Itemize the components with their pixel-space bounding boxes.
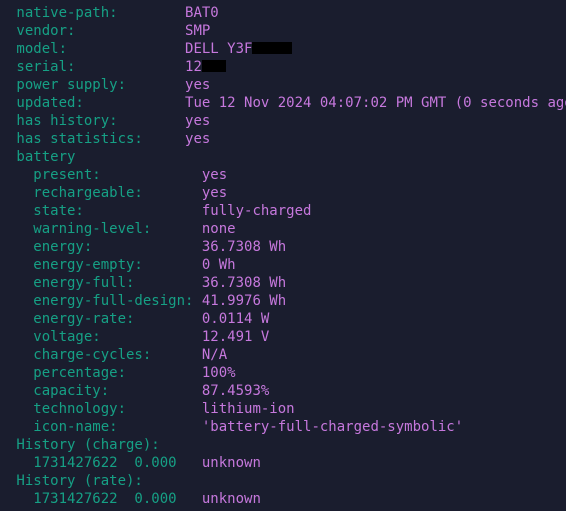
section-label: battery (8, 149, 75, 165)
field-label: percentage: (8, 365, 202, 381)
field-value: yes (202, 185, 227, 201)
output-line: vendor: SMP (8, 22, 558, 40)
output-line: energy: 36.7308 Wh (8, 238, 558, 256)
output-line: voltage: 12.491 V (8, 328, 558, 346)
output-line: state: fully-charged (8, 202, 558, 220)
field-value: yes (185, 77, 210, 93)
field-label: energy-full-design: (8, 293, 202, 309)
field-label: vendor: (8, 23, 185, 39)
field-label: capacity: (8, 383, 202, 399)
output-line: energy-full: 36.7308 Wh (8, 274, 558, 292)
field-value: 100% (202, 365, 236, 381)
output-line: energy-full-design: 41.9976 Wh (8, 292, 558, 310)
field-value: lithium-ion (202, 401, 295, 417)
field-label: serial: (8, 59, 185, 75)
field-value: DELL Y3F (185, 41, 252, 57)
field-label: energy-rate: (8, 311, 202, 327)
output-line: has statistics: yes (8, 130, 558, 148)
field-label: warning-level: (8, 221, 202, 237)
history-label: History (rate): (8, 473, 143, 489)
output-line: percentage: 100% (8, 364, 558, 382)
field-label: updated: (8, 95, 185, 111)
field-value: 'battery-full-charged-symbolic' (202, 419, 463, 435)
field-value: yes (185, 131, 210, 147)
field-label: icon-name: (8, 419, 202, 435)
output-line: capacity: 87.4593% (8, 382, 558, 400)
field-label: state: (8, 203, 202, 219)
output-line: updated: Tue 12 Nov 2024 04:07:02 PM GMT… (8, 94, 558, 112)
field-label: technology: (8, 401, 202, 417)
output-line: native-path: BAT0 (8, 4, 558, 22)
output-line: serial: 12 (8, 58, 558, 76)
field-value: 36.7308 Wh (202, 275, 286, 291)
field-label: native-path: (8, 5, 185, 21)
field-label: voltage: (8, 329, 202, 345)
history-state: unknown (202, 491, 261, 507)
field-label: power supply: (8, 77, 185, 93)
redaction-block (252, 42, 292, 54)
field-label: charge-cycles: (8, 347, 202, 363)
field-value: 41.9976 Wh (202, 293, 286, 309)
output-line: present: yes (8, 166, 558, 184)
field-value: 12.491 V (202, 329, 269, 345)
redaction-block (202, 60, 226, 72)
output-line: energy-empty: 0 Wh (8, 256, 558, 274)
output-line: model: DELL Y3F (8, 40, 558, 58)
output-line: rechargeable: yes (8, 184, 558, 202)
field-label: has statistics: (8, 131, 185, 147)
field-value: 36.7308 Wh (202, 239, 286, 255)
history-label: History (charge): (8, 437, 160, 453)
output-line: icon-name: 'battery-full-charged-symboli… (8, 418, 558, 436)
output-line: has history: yes (8, 112, 558, 130)
section-header: battery (8, 148, 558, 166)
output-line: technology: lithium-ion (8, 400, 558, 418)
history-header: History (rate): (8, 472, 558, 490)
field-value: BAT0 (185, 5, 219, 21)
field-value: yes (202, 167, 227, 183)
field-label: energy-full: (8, 275, 202, 291)
field-value: 0 Wh (202, 257, 236, 273)
history-data: 1731427622 0.000 (8, 491, 202, 507)
history-header: History (charge): (8, 436, 558, 454)
field-label: rechargeable: (8, 185, 202, 201)
field-label: has history: (8, 113, 185, 129)
output-line: power supply: yes (8, 76, 558, 94)
field-value: 12 (185, 59, 202, 75)
field-value: fully-charged (202, 203, 312, 219)
field-value: Tue 12 Nov 2024 04:07:02 PM GMT (0 secon… (185, 95, 566, 111)
field-value: 0.0114 W (202, 311, 269, 327)
field-label: model: (8, 41, 185, 57)
field-label: energy-empty: (8, 257, 202, 273)
field-value: yes (185, 113, 210, 129)
history-data: 1731427622 0.000 (8, 455, 202, 471)
history-line: 1731427622 0.000 unknown (8, 490, 558, 508)
field-value: SMP (185, 23, 210, 39)
field-label: energy: (8, 239, 202, 255)
output-line: warning-level: none (8, 220, 558, 238)
output-line: energy-rate: 0.0114 W (8, 310, 558, 328)
output-line: charge-cycles: N/A (8, 346, 558, 364)
history-state: unknown (202, 455, 261, 471)
history-line: 1731427622 0.000 unknown (8, 454, 558, 472)
field-value: none (202, 221, 236, 237)
field-value: N/A (202, 347, 227, 363)
field-label: present: (8, 167, 202, 183)
field-value: 87.4593% (202, 383, 269, 399)
terminal-output: native-path: BAT0 vendor: SMP model: DEL… (8, 4, 558, 508)
